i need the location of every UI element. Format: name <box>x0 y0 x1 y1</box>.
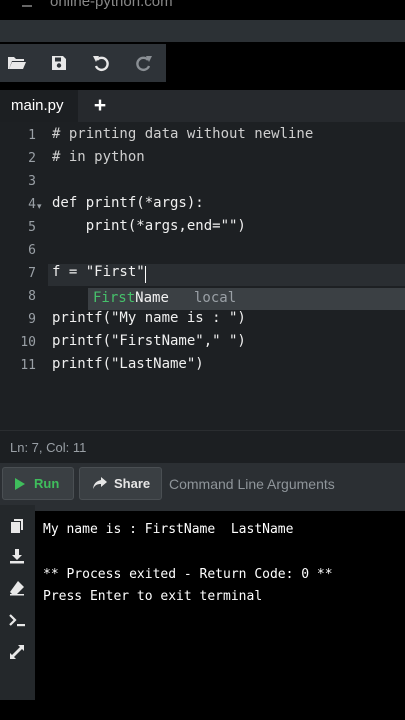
line-number: 7 <box>28 266 36 281</box>
line-number: 3 <box>28 174 36 189</box>
folder-open-icon <box>8 57 26 69</box>
line-gutter: 1 2 3 4 ▾ 5 6 7 8 9 10 11 <box>0 122 48 430</box>
code-line: # printing data without newline <box>52 126 314 142</box>
open-folder-button[interactable] <box>3 50 31 76</box>
floppy-save-icon <box>52 56 66 70</box>
tab-label: main.py <box>11 97 64 114</box>
add-tab-button[interactable]: + <box>88 93 112 119</box>
run-label: Run <box>34 476 60 491</box>
tab-main-py[interactable]: main.py <box>0 90 78 124</box>
code-line: print(*args,end="") <box>52 218 246 234</box>
code-line: printf("LastName") <box>52 356 204 372</box>
share-icon <box>93 477 107 489</box>
text-cursor <box>145 266 146 283</box>
line-number: 1 <box>28 128 36 143</box>
line-number: 11 <box>20 358 36 373</box>
terminal-line: My name is : FirstName LastName <box>43 522 294 537</box>
copy-output-button[interactable] <box>6 515 28 537</box>
code-line: # in python <box>52 149 145 165</box>
redo-icon <box>136 56 152 72</box>
code-line: printf("My name is : ") <box>52 310 246 326</box>
line-number: 8 <box>28 289 36 304</box>
copy-icon <box>11 519 23 533</box>
cursor-position: Ln: 7, Col: 11 <box>10 440 87 455</box>
play-icon <box>15 478 25 490</box>
suggestion-type: local <box>194 290 237 306</box>
code-line: printf("FirstName"," ") <box>52 333 246 349</box>
command-line-arguments-input[interactable] <box>165 467 403 500</box>
terminal-prompt-icon <box>9 614 25 627</box>
undo-icon <box>93 56 109 72</box>
code-editor[interactable]: 1 2 3 4 ▾ 5 6 7 8 9 10 11 # printing dat… <box>0 122 405 430</box>
share-button[interactable]: Share <box>79 467 162 500</box>
save-button[interactable] <box>45 50 73 76</box>
line-number: 5 <box>28 220 36 235</box>
autocomplete-suggestion[interactable]: FirstName local <box>88 288 405 310</box>
terminal-line: Press Enter to exit terminal <box>43 589 263 604</box>
terminal-button[interactable] <box>6 609 28 631</box>
fold-toggle-icon[interactable]: ▾ <box>37 201 42 212</box>
download-output-button[interactable] <box>6 545 28 567</box>
code-line: f = "First" <box>52 264 145 280</box>
window-title-bar: online-python.com <box>0 0 405 20</box>
line-number: 2 <box>28 151 36 166</box>
toolbar <box>0 44 166 82</box>
eraser-icon <box>10 581 24 596</box>
expand-icon <box>10 645 24 659</box>
code-line: def printf(*args): <box>52 195 204 211</box>
line-number: 6 <box>28 243 36 258</box>
terminal-output[interactable]: My name is : FirstName LastName ** Proce… <box>35 505 405 720</box>
run-bar: Run Share <box>0 463 405 505</box>
suggestion-match: First <box>93 290 136 306</box>
status-bar: Ln: 7, Col: 11 <box>0 430 405 464</box>
clear-output-button[interactable] <box>6 577 28 599</box>
line-number: 10 <box>20 335 36 350</box>
redo-button[interactable] <box>130 50 158 76</box>
share-label: Share <box>114 476 151 491</box>
line-number: 9 <box>28 312 36 327</box>
run-button[interactable]: Run <box>2 467 74 500</box>
output-sidebar <box>0 505 35 700</box>
window-title: online-python.com <box>50 0 173 10</box>
expand-output-button[interactable] <box>6 641 28 663</box>
download-icon <box>10 549 24 564</box>
sidebar-bottom <box>0 700 35 720</box>
terminal-top-border <box>35 505 405 511</box>
suggestion-word: FirstName <box>93 290 169 306</box>
header-strip <box>0 20 405 42</box>
suggestion-rest: Name <box>135 290 169 306</box>
undo-button[interactable] <box>87 50 115 76</box>
terminal-line: ** Process exited - Return Code: 0 ** <box>43 567 333 582</box>
menu-dash <box>22 5 32 7</box>
tab-bar: main.py + <box>0 90 405 124</box>
line-number: 4 <box>28 197 36 212</box>
